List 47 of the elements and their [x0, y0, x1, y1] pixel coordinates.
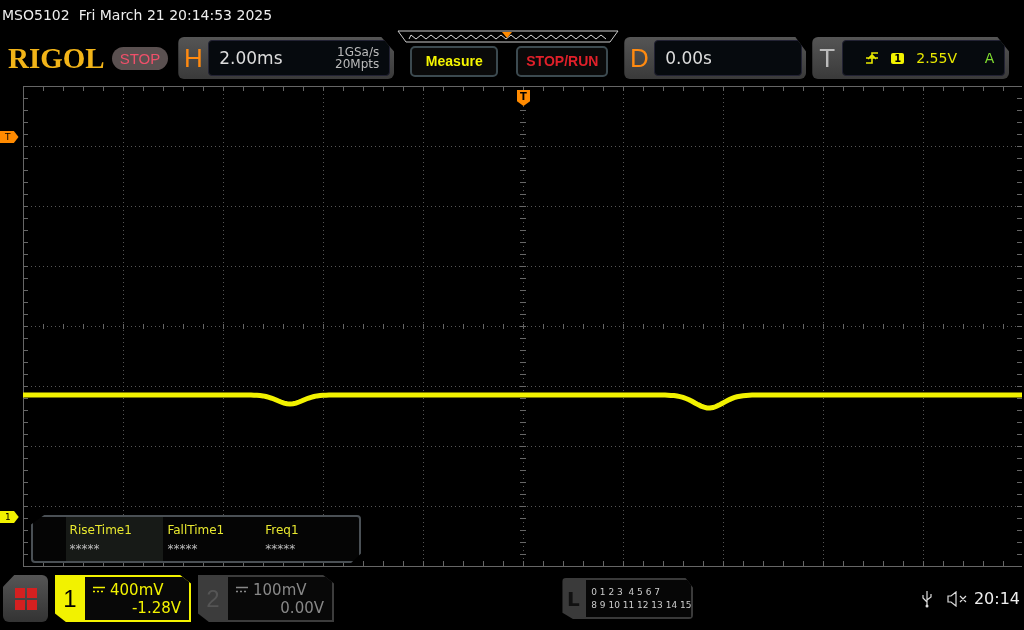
panel-label: H	[182, 42, 204, 74]
measurement-name: FallTime1	[167, 523, 226, 537]
channel-panel[interactable]: 1 400mV -1.28V	[55, 575, 191, 622]
vertical-offset: -1.28V	[131, 598, 181, 617]
delay-panel[interactable]: D 0.00s	[624, 37, 807, 79]
clock-time: 20:14	[973, 589, 1020, 608]
menu-button[interactable]	[3, 575, 48, 622]
vertical-scale: 100mV	[253, 580, 307, 599]
trigger-mode: A	[984, 50, 995, 66]
vertical-offset: 0.00V	[280, 598, 324, 617]
measurement-item[interactable]: Freq1 *****	[261, 517, 359, 561]
channel-marker[interactable]: 1	[0, 511, 19, 523]
measurement-value: *****	[69, 542, 101, 556]
panel-label: T	[818, 42, 837, 74]
grid-squares-icon	[13, 586, 38, 611]
measurement-name: Freq1	[265, 523, 300, 537]
usb-icon	[921, 589, 932, 608]
trigger-position-marker[interactable]: T	[517, 90, 530, 106]
measurement-value: *****	[265, 542, 297, 556]
sample-rate: 1GSa/s	[337, 46, 380, 58]
brand-logo: RIGOL	[8, 41, 105, 75]
memory-depth: 20Mpts	[335, 58, 380, 70]
stop-run-button[interactable]: STOP/RUN	[516, 45, 609, 77]
channel-number: 1	[62, 583, 78, 614]
measure-button[interactable]: Measure	[410, 45, 499, 77]
timebase-value: 2.00ms	[219, 48, 283, 68]
source-badge: 1	[891, 52, 905, 64]
run-state-badge: STOP	[111, 46, 169, 70]
horizontal-panel[interactable]: H 2.00ms 1GSa/s 20Mpts	[178, 37, 395, 79]
digital-channels: 8 9 10 11 12 13 14 15	[591, 600, 692, 610]
dc-coupling-icon	[236, 586, 248, 593]
rising-edge-icon	[865, 51, 880, 65]
model-name: MSO5102	[2, 7, 70, 23]
vertical-scale: 400mV	[110, 580, 164, 599]
measurement-name: RiseTime1	[69, 523, 133, 537]
trigger-level: 2.55V	[916, 50, 957, 66]
speaker-muted-icon[interactable]	[946, 590, 967, 607]
delay-value: 0.00s	[665, 48, 712, 68]
trigger-panel[interactable]: T 1 2.55V A	[812, 37, 1010, 79]
digital-channels: 0 1 2 3 4 5 6 7	[591, 587, 661, 597]
dc-coupling-icon	[93, 586, 105, 593]
measurement-item[interactable]: RiseTime1 *****	[65, 517, 164, 561]
trigger-level-marker[interactable]: T	[0, 131, 19, 143]
measurement-value: *****	[167, 542, 199, 556]
date-time: Fri March 21 20:14:53 2025	[78, 7, 273, 23]
panel-label: D	[628, 42, 650, 74]
measurement-item[interactable]: FallTime1 *****	[163, 517, 262, 561]
